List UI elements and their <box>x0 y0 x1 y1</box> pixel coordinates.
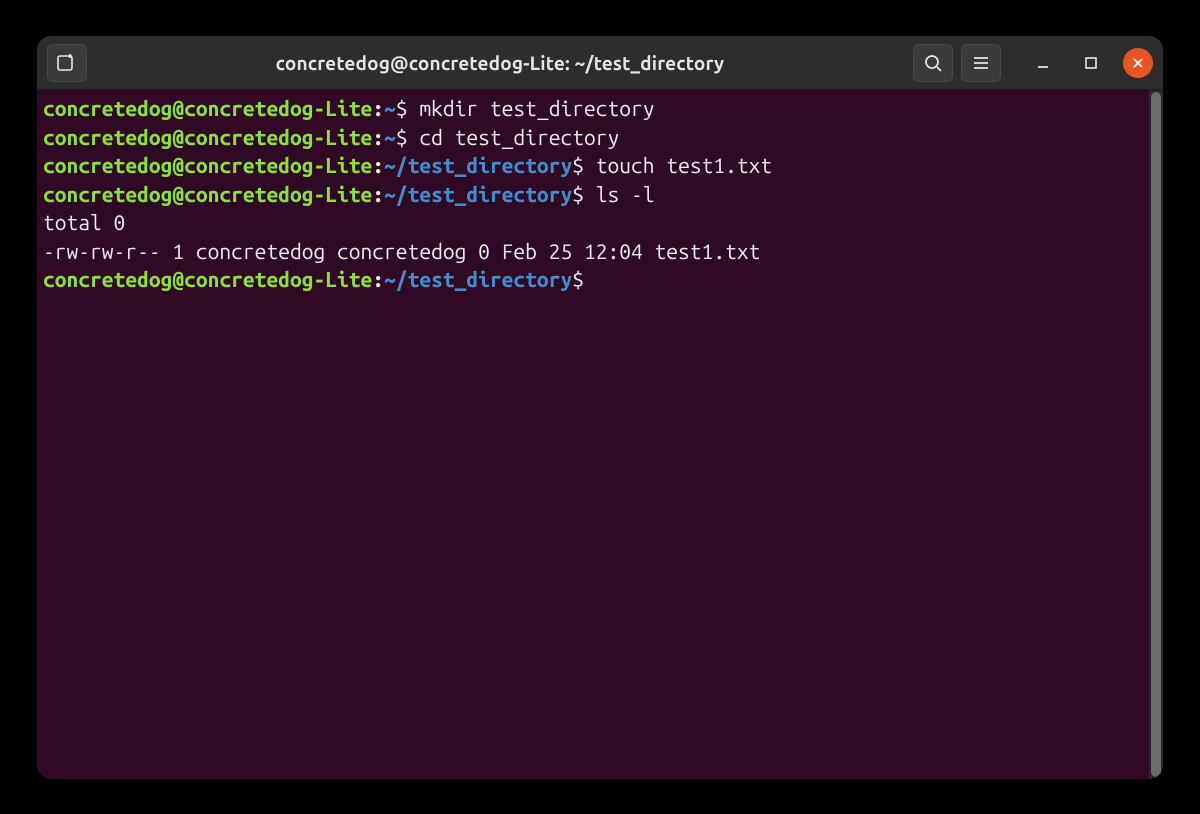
terminal-line: concretedog@concretedog-Lite:~$ cd test_… <box>43 123 1157 152</box>
close-button[interactable] <box>1123 48 1153 78</box>
terminal-line: concretedog@concretedog-Lite:~/test_dire… <box>43 265 1157 294</box>
terminal-line: concretedog@concretedog-Lite:~/test_dire… <box>43 180 1157 209</box>
terminal-body[interactable]: concretedog@concretedog-Lite:~$ mkdir te… <box>37 90 1163 779</box>
hamburger-menu-button[interactable] <box>961 44 1001 82</box>
terminal-line: concretedog@concretedog-Lite:~$ mkdir te… <box>43 94 1157 123</box>
window-title: concretedog@concretedog-Lite: ~/test_dir… <box>276 52 725 74</box>
terminal-line: -rw-rw-r-- 1 concretedog concretedog 0 F… <box>43 237 1157 266</box>
scrollbar-thumb[interactable] <box>1151 92 1161 777</box>
new-tab-button[interactable] <box>47 44 87 82</box>
maximize-button[interactable] <box>1071 44 1111 82</box>
cursor <box>596 268 607 290</box>
terminal-line: concretedog@concretedog-Lite:~/test_dire… <box>43 151 1157 180</box>
scrollbar[interactable] <box>1149 90 1163 779</box>
minimize-button[interactable] <box>1023 44 1063 82</box>
terminal-line: total 0 <box>43 208 1157 237</box>
search-button[interactable] <box>913 44 953 82</box>
terminal-window: concretedog@concretedog-Lite: ~/test_dir… <box>37 36 1163 779</box>
titlebar: concretedog@concretedog-Lite: ~/test_dir… <box>37 36 1163 90</box>
